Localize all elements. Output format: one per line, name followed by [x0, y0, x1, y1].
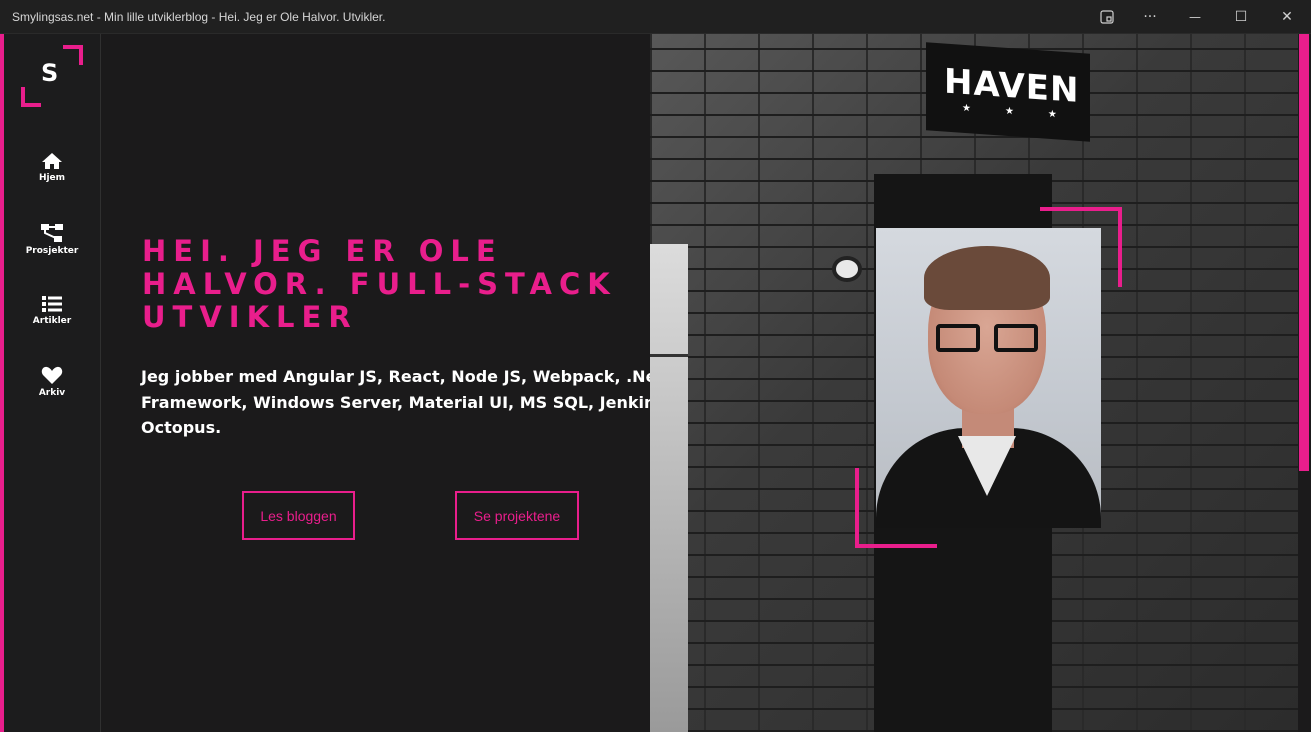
portrait-glasses [936, 324, 1040, 354]
logo-letter: S [41, 59, 59, 87]
logo-bracket-bottom-left [21, 87, 41, 107]
haven-sign: HAVEN ★★★ [926, 42, 1091, 142]
close-button[interactable]: ✕ [1264, 0, 1310, 34]
app-view-icon[interactable] [1084, 0, 1130, 34]
scrollbar-thumb[interactable] [1299, 34, 1309, 471]
scrollbar[interactable] [1298, 34, 1311, 732]
sidebar-item-hjem[interactable]: Hjem [4, 152, 100, 183]
headline-line: Hei. Jeg er Ole [142, 234, 503, 268]
sidebar-item-label: Prosjekter [25, 246, 79, 256]
sidebar-item-label: Hjem [38, 173, 66, 183]
profile-portrait [876, 228, 1101, 528]
main-content: Hei. Jeg er Ole Halvor. Full-stack utvik… [101, 34, 693, 732]
sidebar-item-label: Arkiv [38, 388, 66, 398]
sidebar-item-prosjekter[interactable]: Prosjekter [4, 223, 100, 256]
minimize-button[interactable]: — [1172, 0, 1218, 34]
sidebar-item-artikler[interactable]: Artikler [4, 295, 100, 326]
intro-text: Jeg jobber med Angular JS, React, Node J… [141, 364, 693, 441]
title-bar: Smylingsas.net - Min lille utviklerblog … [0, 0, 1311, 34]
hero-photo: HAVEN ★★★ [650, 34, 1298, 732]
intro-line: Octopus. [141, 418, 222, 437]
sitemap-icon [41, 224, 63, 242]
hero-headline: Hei. Jeg er Ole Halvor. Full-stack utvik… [142, 235, 662, 334]
sidebar-item-arkiv[interactable]: Arkiv [4, 366, 100, 398]
window-title: Smylingsas.net - Min lille utviklerblog … [12, 10, 386, 24]
maximize-button[interactable]: ☐ [1218, 0, 1264, 34]
background-window [650, 244, 688, 732]
sidebar: S Hjem Prosjekter Artikler Arkiv [0, 34, 101, 732]
home-icon [42, 153, 62, 169]
sidebar-item-label: Artikler [32, 316, 72, 326]
portrait-hair [924, 246, 1050, 310]
intro-line: Framework, Windows Server, Material UI, … [141, 392, 693, 412]
intro-line: Jeg jobber med Angular JS, React, Node J… [141, 367, 665, 386]
more-options-button[interactable]: ··· [1127, 0, 1173, 34]
headline-line: utvikler [142, 300, 358, 334]
see-projects-button[interactable]: Se projektene [455, 491, 579, 540]
read-blog-button[interactable]: Les bloggen [242, 491, 355, 540]
site-logo[interactable]: S [21, 45, 83, 107]
headline-line: Halvor. Full-stack [142, 267, 617, 301]
logo-bracket-top-right [63, 45, 83, 65]
heart-icon [41, 366, 63, 384]
wall-lamp [832, 256, 862, 282]
list-icon [42, 296, 62, 312]
